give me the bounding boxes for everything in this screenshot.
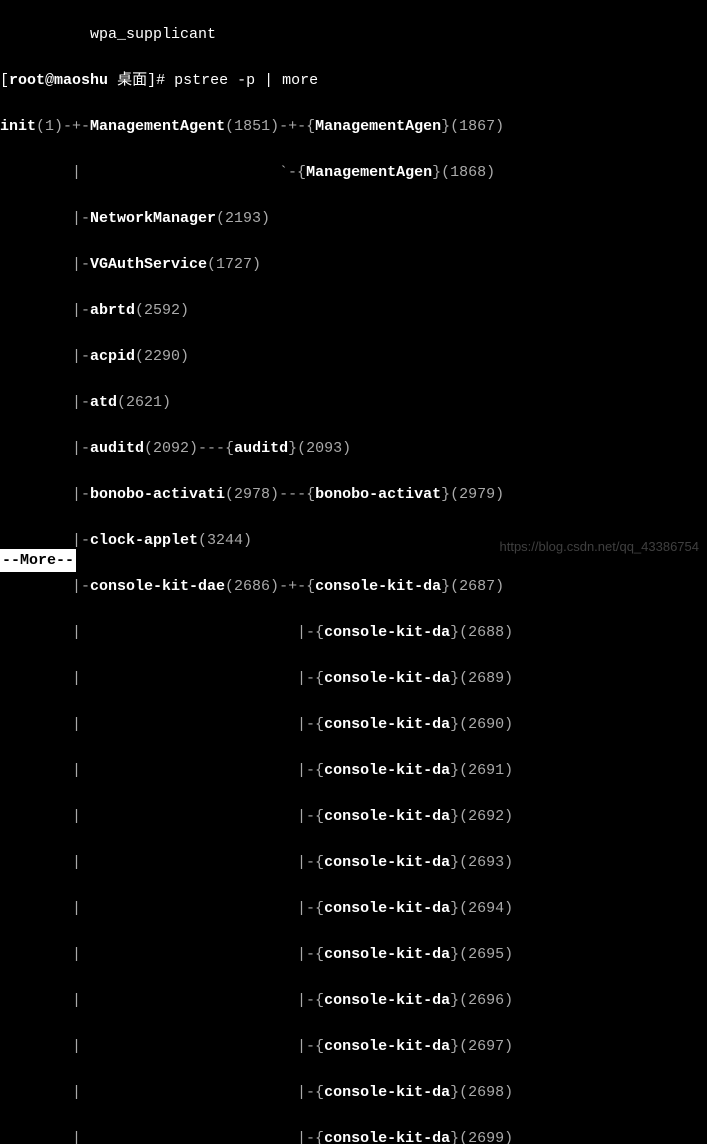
tree-line: | |-{console-kit-da}(2693) (0, 851, 707, 874)
tree-line: init(1)-+-ManagementAgent(1851)-+-{Manag… (0, 115, 707, 138)
tree-line: | |-{console-kit-da}(2688) (0, 621, 707, 644)
tree-line: | |-{console-kit-da}(2692) (0, 805, 707, 828)
tree-line: | |-{console-kit-da}(2690) (0, 713, 707, 736)
prompt-line: [root@maoshu 桌面]# pstree -p | more (0, 69, 707, 92)
tree-line: | |-{console-kit-da}(2699) (0, 1127, 707, 1144)
tree-line: |-atd(2621) (0, 391, 707, 414)
tree-line: |-auditd(2092)---{auditd}(2093) (0, 437, 707, 460)
watermark-text: https://blog.csdn.net/qq_43386754 (500, 535, 700, 558)
tree-line: |-VGAuthService(1727) (0, 253, 707, 276)
tree-line: | |-{console-kit-da}(2691) (0, 759, 707, 782)
tree-line: | |-{console-kit-da}(2695) (0, 943, 707, 966)
command-text: pstree -p | more (174, 72, 318, 89)
partial-line: wpa_supplicant (0, 23, 707, 46)
tree-line: | |-{console-kit-da}(2698) (0, 1081, 707, 1104)
tree-line: | |-{console-kit-da}(2694) (0, 897, 707, 920)
tree-line: | |-{console-kit-da}(2696) (0, 989, 707, 1012)
more-prompt[interactable]: --More-- (0, 549, 76, 572)
tree-line: | `-{ManagementAgen}(1868) (0, 161, 707, 184)
tree-line: |-abrtd(2592) (0, 299, 707, 322)
tree-line: |-NetworkManager(2193) (0, 207, 707, 230)
tree-line: |-acpid(2290) (0, 345, 707, 368)
host: maoshu (54, 72, 108, 89)
tree-line: |-bonobo-activati(2978)---{bonobo-activa… (0, 483, 707, 506)
user: root (9, 72, 45, 89)
tree-line: | |-{console-kit-da}(2689) (0, 667, 707, 690)
tree-line: | |-{console-kit-da}(2697) (0, 1035, 707, 1058)
terminal-output: wpa_supplicant [root@maoshu 桌面]# pstree … (0, 0, 707, 1144)
tree-line: |-console-kit-dae(2686)-+-{console-kit-d… (0, 575, 707, 598)
